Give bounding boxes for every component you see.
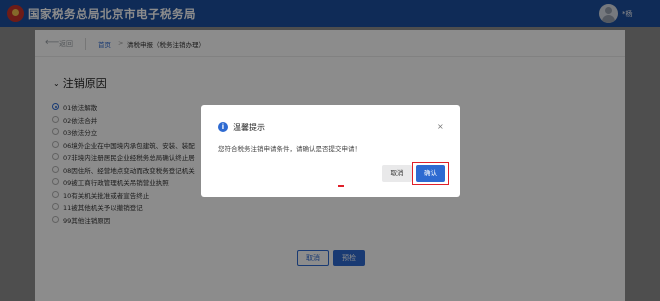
dialog-message: 您符合税务注销申请条件，请确认是否提交申请！ [218, 145, 361, 153]
red-marker [338, 185, 344, 187]
info-icon: i [218, 122, 228, 132]
tip-dialog: i 温馨提示 × 您符合税务注销申请条件，请确认是否提交申请！ 取消 确认 [201, 105, 460, 197]
dialog-title: 温馨提示 [233, 123, 265, 132]
dialog-cancel-button[interactable]: 取消 [382, 165, 412, 182]
close-icon[interactable]: × [437, 122, 444, 131]
dialog-confirm-button[interactable]: 确认 [416, 165, 445, 182]
